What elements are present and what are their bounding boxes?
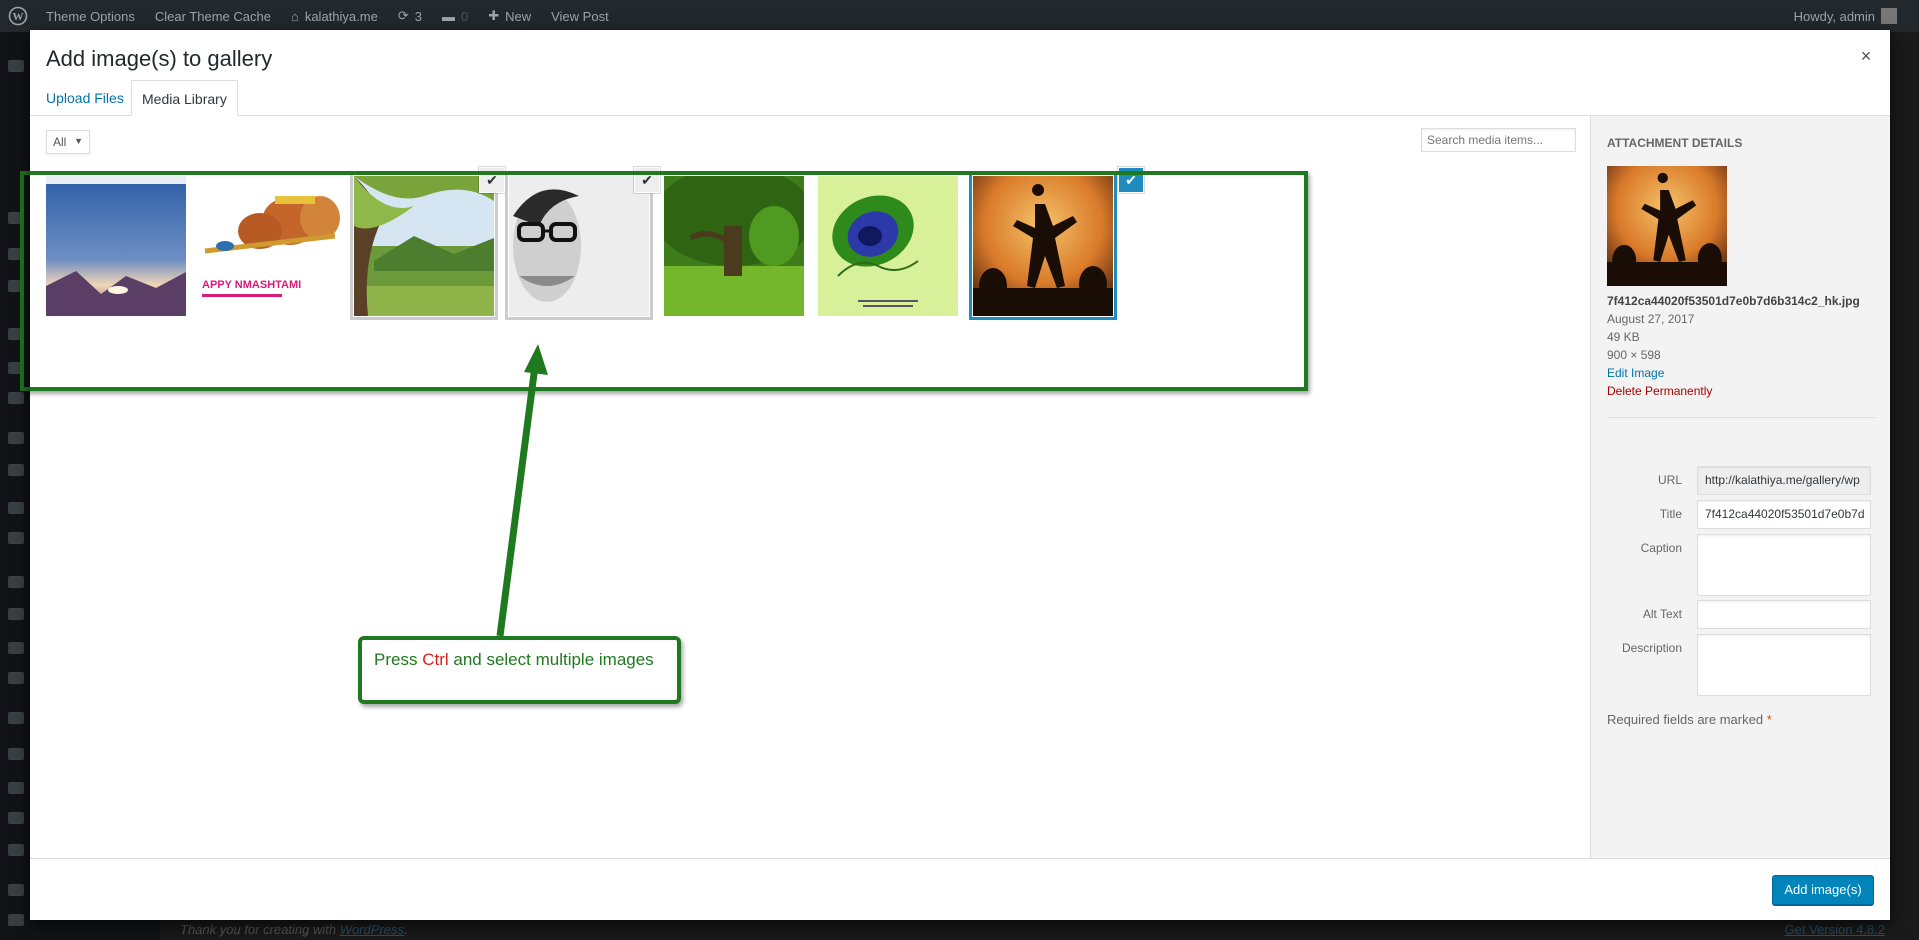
footer-wordpress-link[interactable]: WordPress (340, 922, 404, 937)
green-park-image (664, 176, 804, 316)
description-field[interactable] (1697, 634, 1871, 696)
caption-field[interactable] (1697, 534, 1871, 596)
attachment-preview (1607, 166, 1727, 286)
home-icon: ⌂ (290, 8, 299, 24)
attachment-janmashtami-pots[interactable]: APPY NMASHTAMI (200, 176, 340, 316)
adminbar-view-post-label: View Post (551, 8, 609, 24)
adminbar-clear-cache[interactable]: Clear Theme Cache (145, 0, 281, 32)
avatar (1881, 8, 1897, 24)
footer-thanks: Thank you for creating with WordPress. (180, 922, 408, 937)
adminbar-site-label: kalathiya.me (304, 8, 378, 24)
adminbar-comments-count: 0 (460, 8, 469, 24)
attachment-dancer-silhouette[interactable] (973, 176, 1113, 316)
adminbar-updates-count: 3 (414, 8, 422, 24)
man-glasses-image (509, 176, 649, 316)
attachment-dimensions: 900 × 598 (1607, 348, 1661, 362)
sidebar-divider (1607, 417, 1875, 418)
caption-label: Caption (1640, 541, 1682, 555)
description-label: Description (1621, 641, 1682, 655)
edit-image-link[interactable]: Edit Image (1607, 364, 1860, 382)
required-fields-note: Required fields are marked * (1607, 712, 1772, 727)
title-field[interactable]: 7f412ca44020f53501d7e0b7d (1697, 500, 1871, 529)
admin-bar: W Theme Options Clear Theme Cache ⌂ kala… (0, 0, 1919, 32)
modal-tabs: Upload Files Media Library (30, 80, 1890, 116)
tree-meadow-image (354, 176, 494, 316)
janmashtami-image: APPY NMASHTAMI (200, 176, 340, 316)
checkmark-icon[interactable]: ✔ (635, 168, 659, 192)
checkmark-icon[interactable]: ✔ (1119, 168, 1143, 192)
media-modal: Add image(s) to gallery × Upload Files M… (20, 30, 1890, 920)
comment-icon: ▬ (441, 8, 455, 24)
plus-icon: ✚ (488, 8, 500, 23)
adminbar-theme-options[interactable]: Theme Options (36, 0, 145, 32)
required-note-text: Required fields are marked (1607, 712, 1764, 727)
admin-footer-background: Thank you for creating with WordPress. G… (160, 920, 1919, 940)
dancer-preview-image (1607, 166, 1727, 286)
callout-text-before: Press (374, 650, 423, 669)
annotation-callout: Press Ctrl and select multiple images (358, 636, 681, 704)
callout-key: Ctrl (422, 650, 449, 669)
close-icon[interactable]: × (1854, 44, 1878, 68)
attachment-details-sidebar: Attachment Details 7f412ca44020f53501d7e… (1590, 116, 1890, 858)
adminbar-new-label: New (505, 8, 532, 24)
adminbar-theme-options-label: Theme Options (46, 8, 135, 24)
attachment-tree-meadow[interactable] (354, 176, 494, 316)
dancer-silhouette-image (973, 176, 1113, 316)
attachment-filesize: 49 KB (1607, 330, 1640, 344)
url-label: URL (1657, 473, 1682, 487)
attachment-date: August 27, 2017 (1607, 312, 1695, 326)
media-filter-value: All (53, 135, 67, 149)
attachments-browser: All ▼ Search media items... APPY NMASHTA… (20, 116, 1590, 858)
adminbar-account[interactable]: Howdy, admin (1784, 0, 1907, 32)
alt-text-label: Alt Text (1642, 607, 1682, 621)
adminbar-clear-cache-label: Clear Theme Cache (154, 8, 271, 24)
wordpress-logo-icon[interactable]: W (0, 0, 36, 32)
required-star: * (1766, 712, 1772, 727)
search-input[interactable]: Search media items... (1421, 128, 1576, 152)
attachment-filename: 7f412ca44020f53501d7e0b7d6b314c2_hk.jpg (1607, 294, 1860, 308)
checkmark-icon[interactable]: ✔ (480, 168, 504, 192)
janmashtami-caption: APPY NMASHTAMI (202, 279, 301, 291)
adminbar-comments[interactable]: ▬ 0 (432, 0, 478, 32)
adminbar-view-post[interactable]: View Post (541, 0, 619, 32)
media-filter-select[interactable]: All ▼ (46, 130, 90, 154)
alt-text-field[interactable] (1697, 600, 1871, 629)
refresh-icon: ⟳ (397, 8, 409, 23)
attachment-info: 7f412ca44020f53501d7e0b7d6b314c2_hk.jpg … (1607, 292, 1860, 400)
attachment-peacock-feather[interactable] (818, 176, 958, 316)
footer-version-link[interactable]: Get Version 4.8.2 (1785, 922, 1885, 937)
attachment-details-heading: Attachment Details (1607, 136, 1743, 150)
attachment-green-park[interactable] (664, 176, 804, 316)
adminbar-updates[interactable]: ⟳ 3 (388, 0, 432, 32)
chevron-down-icon: ▼ (74, 136, 83, 146)
callout-text-after: and select multiple images (448, 650, 654, 669)
url-field[interactable]: http://kalathiya.me/gallery/wp (1697, 466, 1871, 495)
adminbar-new[interactable]: ✚ New (478, 0, 541, 32)
modal-toolbar: Add image(s) (30, 858, 1890, 920)
svg-text:W: W (13, 11, 24, 23)
modal-title: Add image(s) to gallery (46, 46, 273, 71)
title-label: Title (1659, 507, 1682, 521)
tab-media-library[interactable]: Media Library (131, 80, 238, 116)
add-images-button[interactable]: Add image(s) (1772, 875, 1874, 905)
adminbar-site-name[interactable]: ⌂ kalathiya.me (281, 0, 388, 32)
attachment-man-glasses[interactable] (509, 176, 649, 316)
tab-upload-files[interactable]: Upload Files (36, 80, 134, 116)
peacock-feather-image (818, 176, 958, 316)
mountain-sunset-image (46, 176, 186, 316)
adminbar-greeting: Howdy, admin (1793, 8, 1875, 24)
delete-permanently-link[interactable]: Delete Permanently (1607, 382, 1860, 400)
attachment-mountain-sunset[interactable] (46, 176, 186, 316)
